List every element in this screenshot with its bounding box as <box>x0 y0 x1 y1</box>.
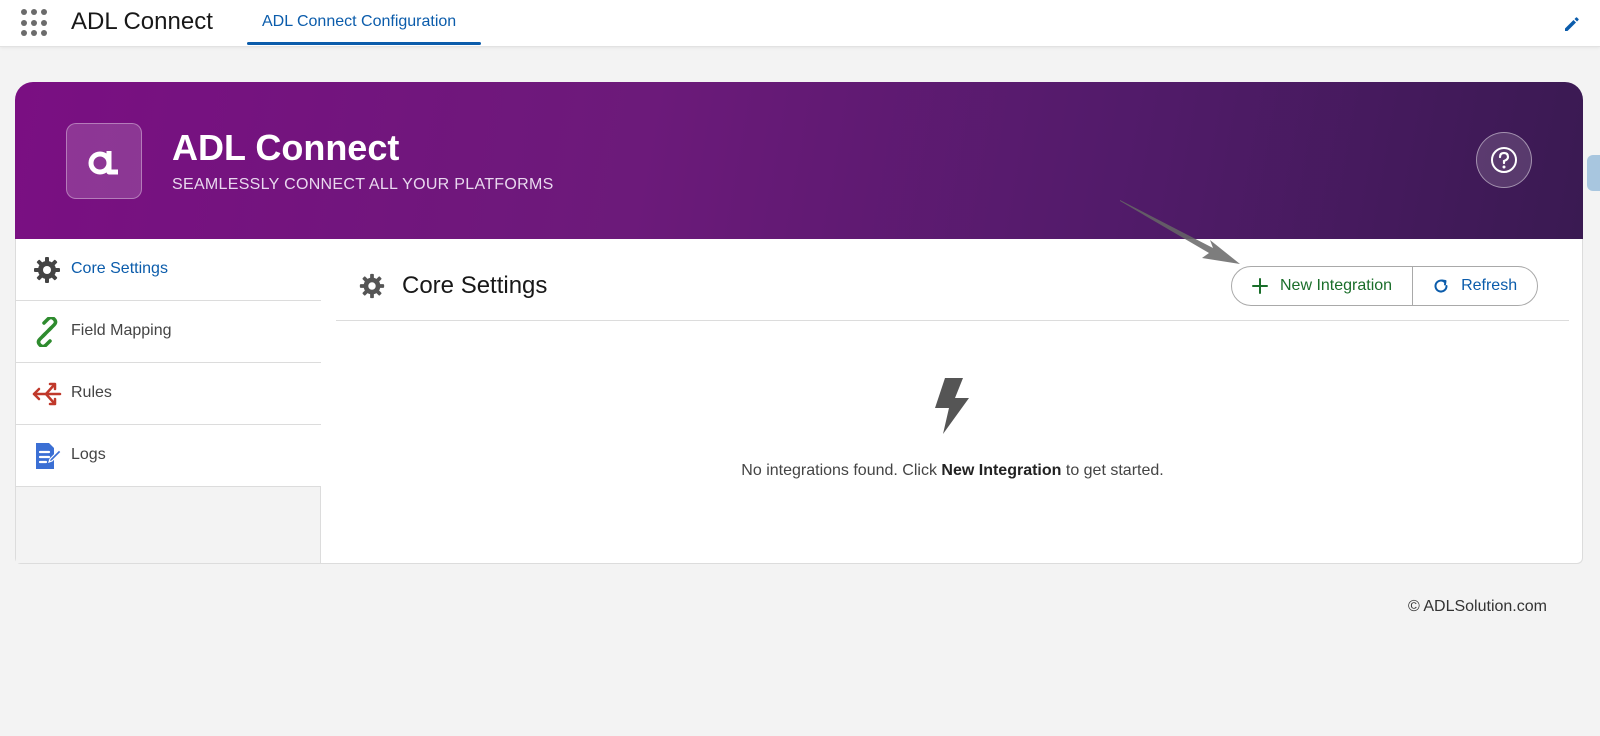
link-icon <box>36 317 58 347</box>
document-list-icon <box>36 443 62 469</box>
empty-message-prefix: No integrations found. Click <box>741 462 942 479</box>
sidebar-item-label: Field Mapping <box>71 322 172 339</box>
tab-label: ADL Connect Configuration <box>262 13 457 30</box>
adl-logo <box>66 123 142 199</box>
footer-copyright: © ADLSolution.com <box>1408 598 1547 615</box>
sidebar-item-label: Core Settings <box>71 260 168 277</box>
help-button[interactable] <box>1476 132 1532 188</box>
sidebar: Core Settings Field Mapping Rules Logs <box>16 239 321 563</box>
question-icon <box>1491 147 1517 173</box>
split-arrows-icon <box>32 382 62 406</box>
hero-banner: ADL Connect SEAMLESSLY CONNECT ALL YOUR … <box>15 82 1583 239</box>
lightning-bolt-icon <box>935 378 969 434</box>
main-panel: Core Settings Field Mapping Rules Logs C… <box>15 239 1583 564</box>
refresh-label: Refresh <box>1461 277 1518 294</box>
sidebar-item-rules[interactable]: Rules <box>16 363 321 425</box>
annotation-arrow-icon <box>1120 200 1240 264</box>
sidebar-item-field-mapping[interactable]: Field Mapping <box>16 301 321 363</box>
empty-message-emphasis: New Integration <box>941 462 1062 479</box>
refresh-button[interactable]: Refresh <box>1413 267 1537 305</box>
refresh-icon <box>1434 279 1448 293</box>
empty-state-message: No integrations found. Click New Integra… <box>336 462 1569 480</box>
hero-title: ADL Connect <box>172 127 400 168</box>
empty-message-suffix: to get started. <box>1061 462 1164 479</box>
adl-logo-icon <box>88 151 118 175</box>
content-header: Core Settings New Integration Refresh <box>336 263 1569 321</box>
collapsed-side-panel-tab[interactable] <box>1587 155 1600 191</box>
hero-subtitle: SEAMLESSLY CONNECT ALL YOUR PLATFORMS <box>172 176 554 193</box>
top-navigation-bar: ADL Connect ADL Connect Configuration <box>0 0 1600 47</box>
active-tab-indicator <box>247 42 481 45</box>
gear-icon <box>34 257 60 283</box>
action-button-group: New Integration Refresh <box>1231 266 1539 306</box>
gear-icon <box>359 273 385 299</box>
page-title: Core Settings <box>402 272 548 299</box>
tab-adl-connect-configuration[interactable]: ADL Connect Configuration <box>247 0 481 47</box>
sidebar-item-label: Logs <box>71 446 106 463</box>
new-integration-label: New Integration <box>1280 277 1393 294</box>
sidebar-item-logs[interactable]: Logs <box>16 425 321 487</box>
app-launcher-icon[interactable] <box>21 9 49 37</box>
sidebar-item-core-settings[interactable]: Core Settings <box>16 239 321 301</box>
sidebar-item-label: Rules <box>71 384 112 401</box>
app-name: ADL Connect <box>71 8 213 35</box>
pencil-edit-icon[interactable] <box>1562 14 1582 34</box>
new-integration-button[interactable]: New Integration <box>1232 267 1414 305</box>
plus-icon <box>1252 278 1268 294</box>
